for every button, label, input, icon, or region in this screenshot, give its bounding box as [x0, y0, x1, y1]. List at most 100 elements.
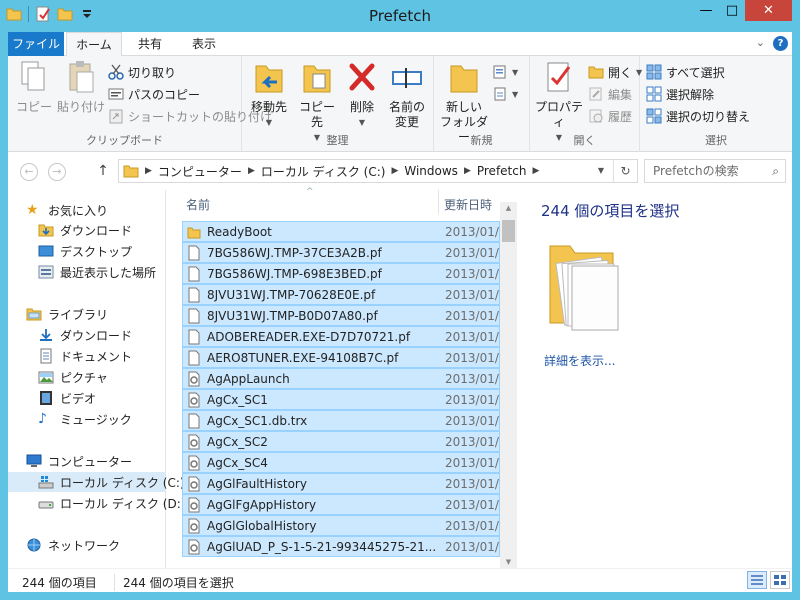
nav-pictures-label: ピクチャ: [60, 370, 108, 385]
delete-button[interactable]: 削除 ▼: [342, 60, 382, 130]
file-row[interactable]: AERO8TUNER.EXE-94108B7C.pf 2013/01/: [182, 347, 500, 368]
breadcrumb-windows[interactable]: Windows: [404, 164, 458, 178]
tab-view[interactable]: 表示: [178, 32, 230, 56]
cut-button[interactable]: 切り取り: [108, 62, 176, 82]
nav-recent-places[interactable]: 最近表示した場所: [38, 262, 156, 282]
file-row[interactable]: AgGlGlobalHistory 2013/01/: [182, 515, 500, 536]
up-button[interactable]: ↑: [94, 163, 112, 181]
paste-button[interactable]: 貼り付け: [56, 60, 106, 115]
explorer-window: Prefetch — □ ✕ ファイル ホーム 共有 表示 ⌄ ? コピー 貼り…: [0, 0, 800, 600]
select-all-button[interactable]: すべて選択: [646, 62, 725, 82]
nav-favorites[interactable]: ★ お気に入り: [26, 200, 108, 220]
nav-desktop-label: デスクトップ: [60, 244, 133, 259]
nav-libraries[interactable]: ライブラリ: [26, 304, 108, 324]
maximize-button[interactable]: □: [719, 0, 745, 21]
nav-lib-downloads[interactable]: ダウンロード: [38, 325, 132, 345]
move-to-button[interactable]: 移動先 ▼: [246, 60, 292, 130]
paste-shortcut-icon: [109, 109, 123, 124]
system-file-icon: [188, 476, 200, 491]
tab-share[interactable]: 共有: [124, 32, 176, 56]
ribbon-controls: ⌄ ?: [756, 36, 788, 51]
file-row[interactable]: AgAppLaunch 2013/01/: [182, 368, 500, 389]
invert-selection-button[interactable]: 選択の切り替え: [646, 106, 750, 126]
file-row[interactable]: AgCx_SC1 2013/01/: [182, 389, 500, 410]
file-row[interactable]: AgCx_SC2 2013/01/: [182, 431, 500, 452]
file-row[interactable]: AgGlFgAppHistory 2013/01/: [182, 494, 500, 515]
breadcrumb-prefetch[interactable]: Prefetch: [477, 164, 527, 178]
scissors-icon: [108, 64, 124, 80]
easy-access-button[interactable]: ▼: [492, 84, 518, 104]
address-row: ← → ↑ ▶ コンピューター ▶ ローカル ディスク (C:) ▶ Windo…: [8, 152, 792, 190]
search-box[interactable]: Prefetchの検索 ⌕: [644, 159, 786, 183]
edit-button[interactable]: 編集: [588, 84, 632, 104]
scroll-up-icon[interactable]: ▲: [500, 204, 517, 212]
clipboard-group-label: クリップボード: [86, 134, 163, 147]
file-row[interactable]: AgGlFaultHistory 2013/01/: [182, 473, 500, 494]
close-button[interactable]: ✕: [745, 0, 792, 21]
file-row[interactable]: AgGlUAD_P_S-1-5-21-993445275-21... 2013/0…: [182, 536, 500, 557]
address-dropdown-icon[interactable]: ▼: [593, 160, 609, 182]
nav-pictures[interactable]: ピクチャ: [38, 367, 108, 387]
help-icon[interactable]: ?: [773, 36, 788, 51]
show-details-link[interactable]: 詳細を表示...: [544, 352, 615, 369]
breadcrumb-computer[interactable]: コンピューター: [158, 163, 242, 180]
rename-button[interactable]: 名前の 変更: [384, 60, 430, 130]
nav-music[interactable]: ♪ ミュージック: [38, 409, 132, 429]
file-row[interactable]: ReadyBoot 2013/01/: [182, 221, 500, 242]
file-icon: [188, 245, 200, 260]
breadcrumb-local-disk-c[interactable]: ローカル ディスク (C:): [261, 163, 386, 180]
column-divider[interactable]: [438, 190, 439, 214]
breadcrumb-separator-icon: ▶: [463, 166, 471, 176]
tab-file[interactable]: ファイル: [8, 32, 64, 56]
copy-path-button[interactable]: パスのコピー: [108, 84, 200, 104]
history-button[interactable]: 履歴: [588, 106, 632, 126]
large-icons-view-button[interactable]: [770, 571, 790, 589]
scroll-down-icon[interactable]: ▼: [500, 558, 517, 566]
column-header-date[interactable]: 更新日時: [444, 196, 492, 213]
item-count: 244 個の項目: [22, 576, 97, 590]
nav-desktop[interactable]: デスクトップ: [38, 241, 132, 261]
file-date: 2013/01/: [445, 308, 499, 323]
minimize-button[interactable]: —: [693, 0, 719, 21]
column-header-name[interactable]: 名前: [186, 196, 210, 213]
tab-home[interactable]: ホーム: [66, 32, 122, 57]
system-file-icon: [188, 392, 200, 407]
easy-access-icon: [494, 87, 506, 101]
details-pane: 244 個の項目を選択 詳細を表示...: [524, 190, 792, 568]
clipboard-group: コピー 貼り付け 切り取り パスのコピー ショートカットの貼り付け クリップボー…: [8, 56, 272, 152]
select-none-button[interactable]: 選択解除: [646, 84, 714, 104]
scrollbar-thumb[interactable]: [502, 220, 515, 242]
file-icon: [188, 329, 200, 344]
nav-videos[interactable]: ビデオ: [38, 388, 96, 408]
copy-button[interactable]: コピー: [14, 60, 54, 115]
file-row[interactable]: 8JVU31WJ.TMP-B0D07A80.pf 2013/01/: [182, 305, 500, 326]
open-button[interactable]: 開く ▼: [588, 62, 642, 82]
new-folder-icon: [450, 65, 478, 93]
file-date: 2013/01/: [445, 392, 499, 407]
file-row[interactable]: ADOBEREADER.EXE-D7D70721.pf 2013/01/: [182, 326, 500, 347]
file-row[interactable]: 7BG586WJ.TMP-37CE3A2B.pf 2013/01/: [182, 242, 500, 263]
file-row[interactable]: AgCx_SC4 2013/01/: [182, 452, 500, 473]
file-row[interactable]: AgCx_SC1.db.trx 2013/01/: [182, 410, 500, 431]
system-file-icon: [188, 455, 200, 470]
nav-local-disk-d[interactable]: ローカル ディスク (D:): [38, 493, 185, 513]
details-view-button[interactable]: [747, 571, 767, 589]
file-row[interactable]: 8JVU31WJ.TMP-70628E0E.pf 2013/01/: [182, 284, 500, 305]
nav-documents[interactable]: ドキュメント: [38, 346, 132, 366]
new-item-button[interactable]: ▼: [492, 62, 518, 82]
nav-local-disk-c[interactable]: ローカル ディスク (C:): [8, 472, 185, 492]
expand-ribbon-icon[interactable]: ⌄: [756, 36, 765, 51]
nav-network[interactable]: ネットワーク: [26, 535, 120, 555]
system-file-icon: [188, 371, 200, 386]
open-group-label: 開く: [573, 134, 596, 147]
file-row[interactable]: 7BG586WJ.TMP-698E3BED.pf 2013/01/: [182, 263, 500, 284]
edit-icon: [589, 87, 602, 101]
forward-button[interactable]: →: [48, 163, 66, 181]
nav-computer[interactable]: コンピューター: [26, 451, 132, 471]
rename-label-line1: 名前の: [388, 100, 425, 114]
nav-downloads-favorite[interactable]: ダウンロード: [38, 220, 132, 240]
address-bar[interactable]: ▶ コンピューター ▶ ローカル ディスク (C:) ▶ Windows ▶ P…: [118, 159, 638, 183]
refresh-button[interactable]: ↻: [613, 160, 637, 182]
back-button[interactable]: ←: [20, 163, 38, 181]
file-list-scrollbar[interactable]: ▲ ▼: [500, 202, 517, 568]
